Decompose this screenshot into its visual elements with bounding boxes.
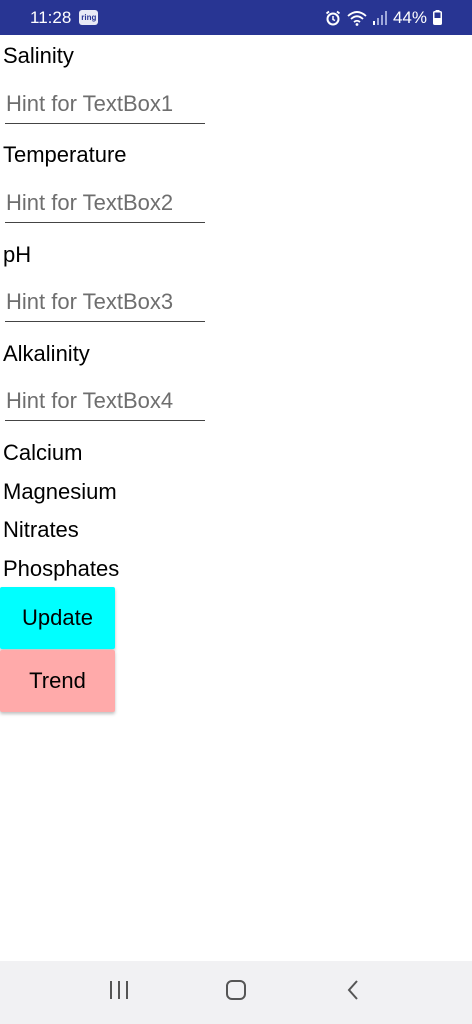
recent-apps-button[interactable] — [89, 968, 149, 1018]
recent-apps-icon — [108, 980, 130, 1005]
battery-icon — [433, 10, 442, 25]
nitrates-label: Nitrates — [3, 517, 79, 542]
salinity-label: Salinity — [3, 43, 74, 68]
battery-percent: 44% — [392, 7, 427, 27]
status-bar: 11:28 ring 44% — [0, 0, 472, 35]
magnesium-label: Magnesium — [3, 479, 117, 504]
alarm-icon — [325, 10, 341, 26]
navigation-bar — [0, 961, 472, 1024]
salinity-input[interactable] — [5, 86, 205, 124]
trend-button[interactable]: Trend — [0, 650, 115, 712]
status-left: 11:28 ring — [30, 7, 99, 28]
home-button[interactable] — [206, 968, 266, 1018]
signal-icon — [372, 10, 387, 25]
back-icon — [346, 979, 360, 1006]
alkalinity-label: Alkalinity — [3, 341, 90, 366]
status-time: 11:28 — [30, 7, 72, 27]
ph-input[interactable] — [5, 284, 205, 322]
temperature-label: Temperature — [3, 142, 127, 167]
wifi-icon — [347, 10, 367, 26]
ring-notification-icon: ring — [79, 10, 99, 25]
update-button[interactable]: Update — [0, 587, 115, 649]
alkalinity-input[interactable] — [5, 383, 205, 421]
status-right: 44% — [325, 8, 442, 28]
phosphates-label: Phosphates — [3, 556, 120, 581]
back-button[interactable] — [323, 968, 383, 1018]
temperature-input[interactable] — [5, 185, 205, 223]
home-icon — [225, 979, 247, 1006]
calcium-label: Calcium — [3, 440, 83, 465]
ph-label: pH — [3, 242, 32, 267]
